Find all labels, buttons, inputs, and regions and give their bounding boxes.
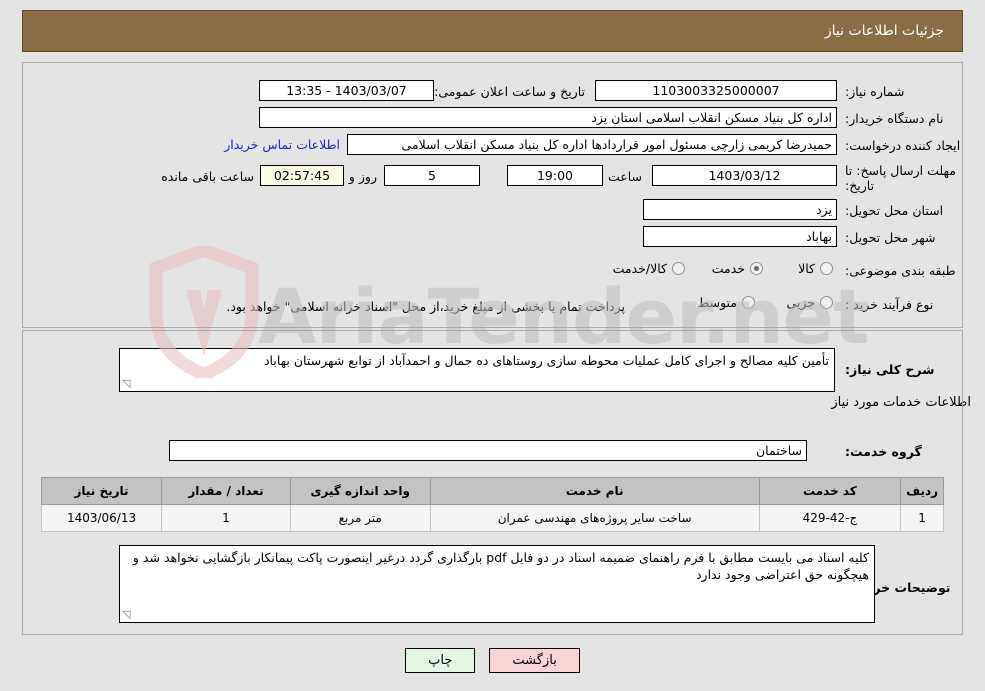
page-title: جزئیات اطلاعات نیاز	[824, 23, 944, 39]
col-service-code: کد خدمت	[758, 477, 902, 505]
col-row-no: ردیف	[900, 477, 944, 505]
page-header: جزئیات اطلاعات نیاز	[22, 10, 963, 52]
cell-need-date: 1403/06/13	[40, 504, 163, 532]
print-button[interactable]: چاپ	[405, 648, 476, 673]
cell-row-no: 1	[900, 504, 944, 532]
footer-button-bar: بازگشت چاپ	[0, 648, 985, 673]
col-quantity: تعداد / مقدار	[161, 477, 291, 505]
cell-service-name: ساخت سایر پروژه‌های مهندسی عمران	[429, 504, 760, 532]
back-button[interactable]: بازگشت	[489, 648, 580, 673]
services-table: ردیف کد خدمت نام خدمت واحد اندازه گیری ت…	[40, 477, 944, 532]
col-service-name: نام خدمت	[429, 477, 760, 505]
need-info-panel	[22, 62, 963, 328]
cell-unit: متر مربع	[289, 504, 431, 532]
cell-service-code: ج-42-429	[758, 504, 902, 532]
table-row: 1 ج-42-429 ساخت سایر پروژه‌های مهندسی عم…	[40, 504, 944, 532]
col-need-date: تاریخ نیاز	[40, 477, 163, 505]
table-header-row: ردیف کد خدمت نام خدمت واحد اندازه گیری ت…	[40, 477, 944, 505]
col-unit: واحد اندازه گیری	[289, 477, 431, 505]
cell-quantity: 1	[161, 504, 291, 532]
